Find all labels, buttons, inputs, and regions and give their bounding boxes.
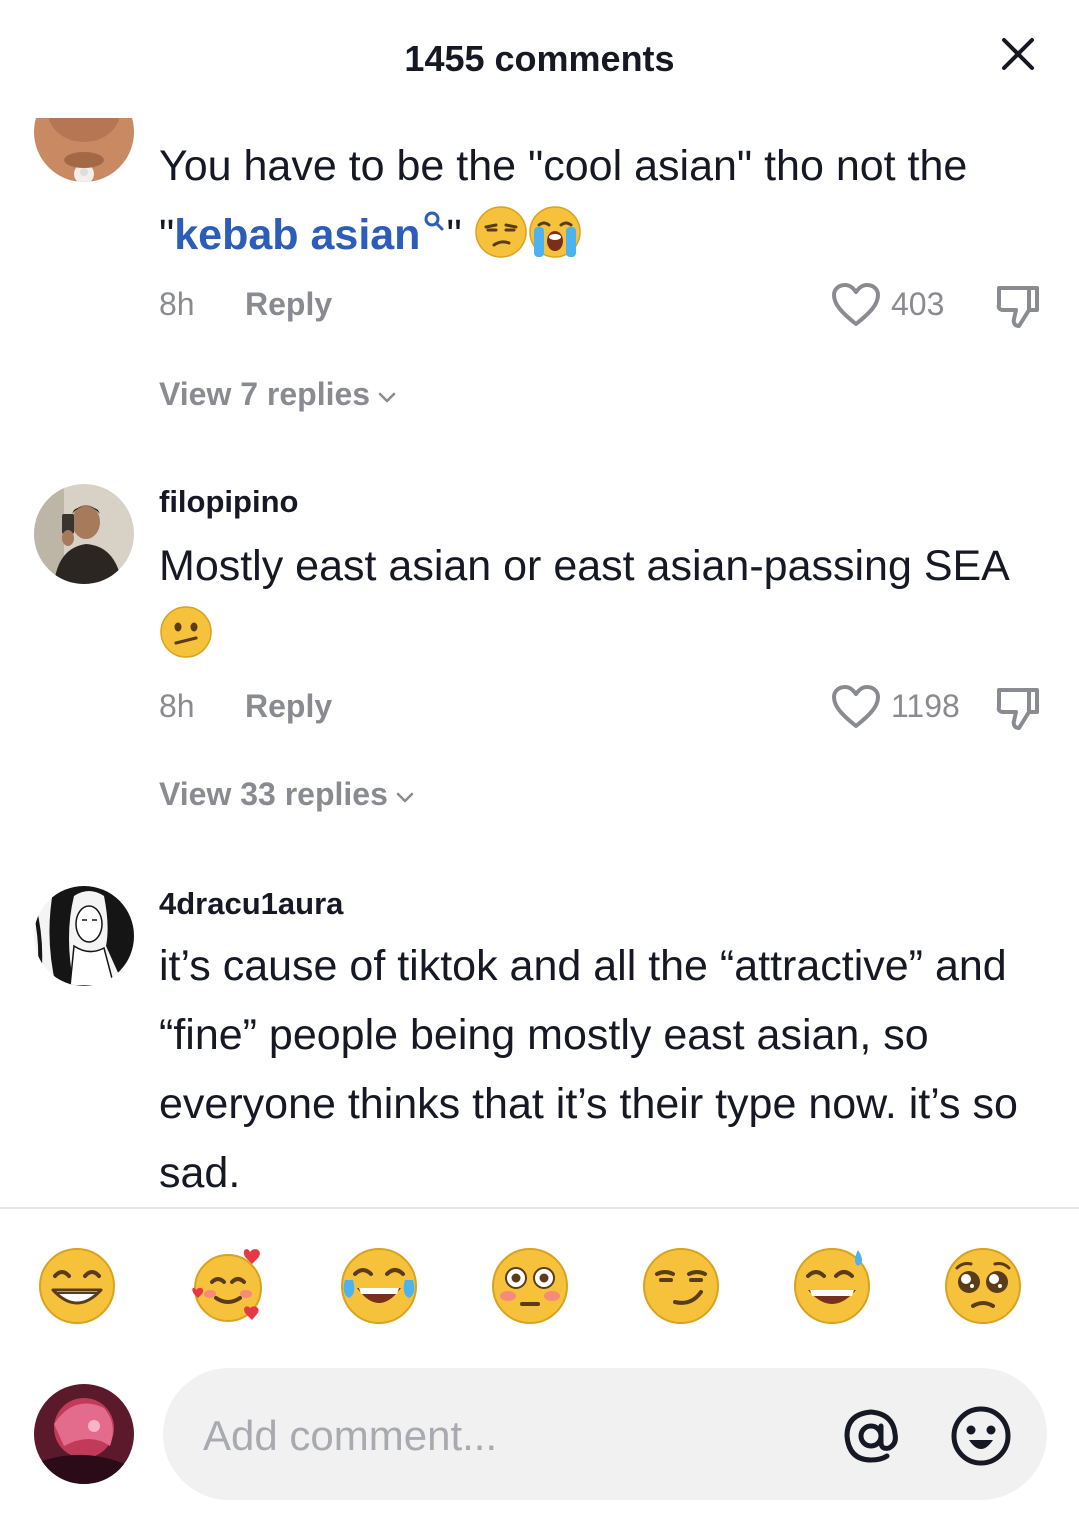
smiley-face-icon[interactable] [949,1404,1013,1468]
heart-icon[interactable] [831,684,881,730]
comment-input-container[interactable] [163,1368,1047,1500]
view-replies-button[interactable]: View 7 replies [159,376,398,413]
view-replies-button[interactable]: View 33 replies [159,776,416,813]
loudly-crying-face-emoji [528,206,581,258]
unamused-face-emoji [474,206,527,258]
comment-username[interactable]: 4dracu1aura [159,886,343,922]
close-icon[interactable] [994,30,1042,78]
comment-list[interactable]: You have to be the "cool asian" tho not … [0,118,1079,1208]
comment-text: Mostly east asian or east asian-passing … [159,532,1039,670]
flushed-face-emoji[interactable] [490,1246,570,1326]
grinning-face-with-sweat-emoji[interactable] [792,1246,872,1326]
grinning-face-emoji[interactable] [37,1246,117,1326]
at-sign-icon[interactable] [839,1404,903,1468]
current-user-avatar[interactable] [34,1384,134,1484]
reply-button[interactable]: Reply [245,688,332,725]
search-keyword-link[interactable]: kebab asian [174,211,446,259]
heart-icon[interactable] [831,282,881,328]
comment-text: it’s cause of tiktok and all the “attrac… [159,942,1018,1197]
comment-time: 8h [159,286,195,322]
reply-button[interactable]: Reply [245,286,332,323]
comment-text: You have to be the "cool asian" tho not … [159,142,968,259]
search-icon [424,211,444,231]
comment-username[interactable]: filopipino [159,484,298,520]
comment-meta: 8h Reply 1198 [159,685,1049,732]
user-avatar[interactable] [34,118,134,182]
comments-header: 1455 comments [0,0,1079,118]
user-avatar[interactable] [34,886,134,986]
comment-meta: 8h Reply 403 [159,283,1049,330]
face-with-tears-of-joy-emoji[interactable] [339,1246,419,1326]
chevron-down-icon [396,792,414,802]
pleading-face-emoji[interactable] [943,1246,1023,1326]
quick-emoji-bar [0,1246,1079,1330]
face-with-diagonal-mouth-emoji [160,606,212,658]
thumbs-down-icon[interactable] [993,280,1043,330]
comments-count-title: 1455 comments [404,38,675,79]
user-avatar[interactable] [34,484,134,584]
comment-time: 8h [159,688,195,724]
chevron-down-icon [378,392,396,402]
comment-input[interactable] [203,1408,823,1464]
like-count: 403 [891,286,945,322]
like-count: 1198 [891,688,960,724]
smiling-face-with-hearts-emoji[interactable] [188,1246,268,1326]
thumbs-down-icon[interactable] [993,682,1043,732]
divider [0,1207,1079,1209]
smirking-face-emoji[interactable] [641,1246,721,1326]
comment-composer [0,1366,1079,1506]
